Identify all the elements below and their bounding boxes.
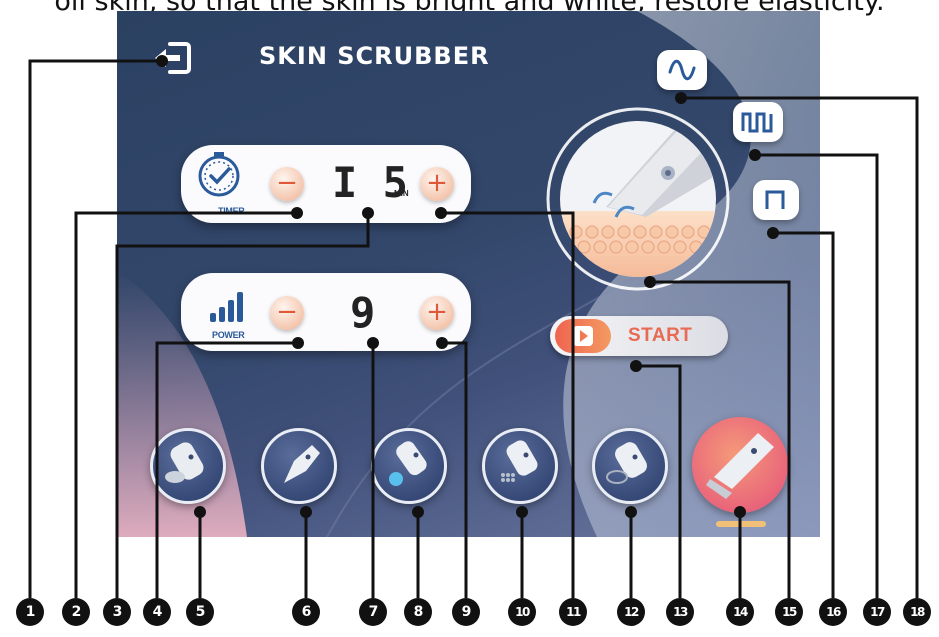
callout-8: 8 bbox=[404, 598, 432, 626]
callout-4: 4 bbox=[143, 598, 171, 626]
callout-10: 10 bbox=[508, 598, 536, 626]
callout-3: 3 bbox=[103, 598, 131, 626]
callout-17: 17 bbox=[863, 598, 891, 626]
callout-16: 16 bbox=[819, 598, 847, 626]
callout-18: 18 bbox=[903, 598, 931, 626]
callout-6: 6 bbox=[292, 598, 320, 626]
callout-2: 2 bbox=[62, 598, 90, 626]
callout-12: 12 bbox=[617, 598, 645, 626]
callout-14: 14 bbox=[726, 598, 754, 626]
callout-1: 1 bbox=[16, 598, 44, 626]
callout-11: 11 bbox=[559, 598, 587, 626]
callout-5: 5 bbox=[186, 598, 214, 626]
callout-13: 13 bbox=[666, 598, 694, 626]
callout-7: 7 bbox=[359, 598, 387, 626]
callout-9: 9 bbox=[452, 598, 480, 626]
callout-15: 15 bbox=[775, 598, 803, 626]
callout-leader-lines bbox=[28, 55, 919, 598]
